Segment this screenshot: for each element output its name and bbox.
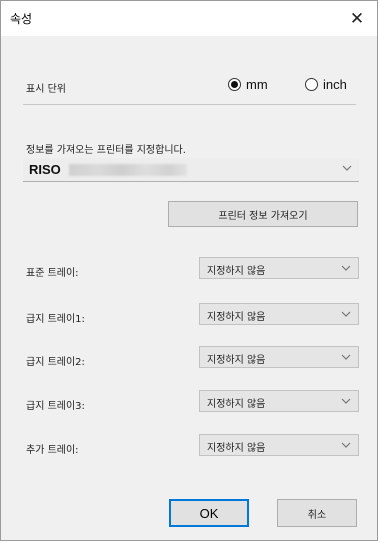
close-icon: ✕ — [349, 8, 365, 29]
tray-value: 지정하지 않음 — [207, 312, 266, 323]
tray-value: 지정하지 않음 — [207, 399, 266, 410]
units-label: 표시 단위 — [26, 84, 66, 95]
printer-dropdown[interactable]: RISO — [23, 158, 359, 182]
tray-select-standard[interactable]: 지정하지 않음 — [199, 257, 359, 279]
tray-select-additional[interactable]: 지정하지 않음 — [199, 434, 359, 456]
tray-value: 지정하지 않음 — [207, 266, 266, 277]
divider — [23, 104, 356, 105]
chevron-down-icon — [341, 354, 351, 360]
printer-select-label: 정보를 가져오는 프린터를 지정합니다. — [26, 145, 186, 156]
tray-label-additional: 추가 트레이: — [26, 445, 79, 456]
unit-inch-label: inch — [323, 77, 347, 92]
tray-value: 지정하지 않음 — [207, 355, 266, 366]
printer-selected-value: RISO — [29, 162, 61, 177]
redacted-printer-name — [69, 164, 187, 176]
tray-label-feed1: 급지 트레이1: — [26, 314, 85, 325]
dialog-title: 속성 — [10, 12, 33, 26]
ok-button[interactable]: OK — [169, 499, 249, 527]
radio-indicator — [305, 78, 318, 91]
tray-select-feed1[interactable]: 지정하지 않음 — [199, 303, 359, 325]
tray-select-feed2[interactable]: 지정하지 않음 — [199, 346, 359, 368]
cancel-button[interactable]: 취소 — [277, 499, 357, 527]
chevron-down-icon — [341, 311, 351, 317]
tray-label-standard: 표준 트레이: — [26, 268, 79, 279]
unit-mm-radio[interactable]: mm — [228, 77, 268, 92]
chevron-down-icon — [342, 165, 352, 171]
close-button[interactable]: ✕ — [337, 1, 377, 36]
tray-select-feed3[interactable]: 지정하지 않음 — [199, 390, 359, 412]
chevron-down-icon — [341, 398, 351, 404]
title-bar: 속성 ✕ — [1, 1, 377, 36]
properties-dialog: 속성 ✕ 표시 단위 mm inch 정보를 가져오는 프린터를 지정합니다. … — [0, 0, 378, 541]
chevron-down-icon — [341, 442, 351, 448]
unit-inch-radio[interactable]: inch — [305, 77, 347, 92]
radio-indicator — [228, 78, 241, 91]
tray-value: 지정하지 않음 — [207, 443, 266, 454]
tray-label-feed2: 급지 트레이2: — [26, 357, 85, 368]
chevron-down-icon — [341, 265, 351, 271]
get-printer-info-button[interactable]: 프린터 정보 가져오기 — [168, 201, 358, 227]
unit-mm-label: mm — [246, 77, 268, 92]
tray-label-feed3: 급지 트레이3: — [26, 401, 85, 412]
